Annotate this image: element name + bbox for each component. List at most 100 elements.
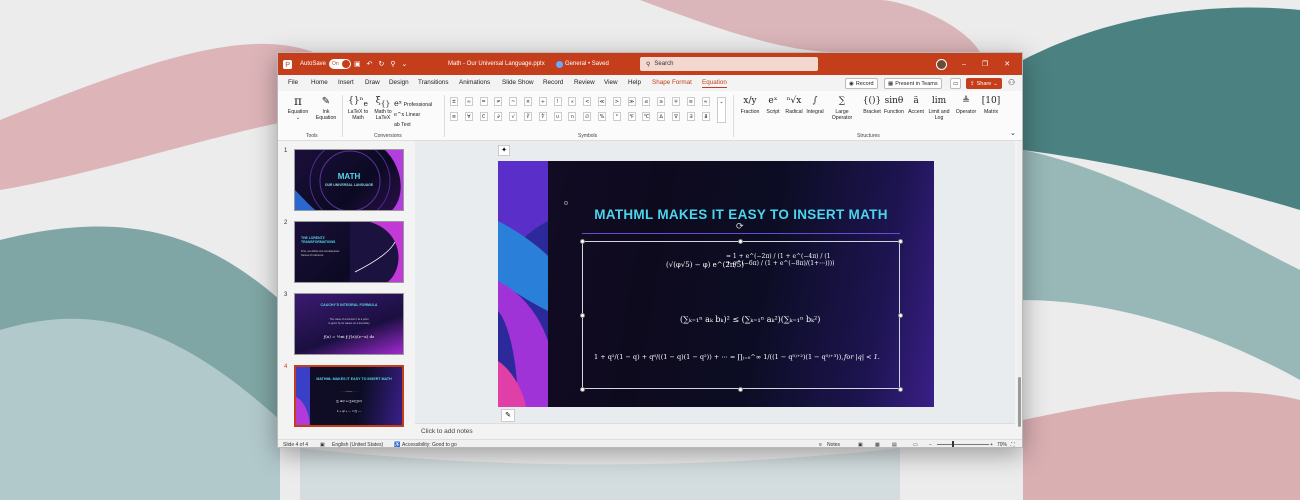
record-button[interactable]: ◉ Record (845, 78, 878, 89)
tab-slide-show[interactable]: Slide Show (502, 79, 534, 86)
minimize-icon[interactable]: – (962, 61, 966, 68)
autosave-toggle[interactable]: On (329, 59, 352, 69)
tab-record[interactable]: Record (543, 79, 563, 86)
resize-handle[interactable] (738, 239, 743, 244)
customize-icon[interactable]: ⌄ (402, 60, 408, 68)
tab-help[interactable]: Help (628, 79, 641, 86)
symbol-button[interactable]: ∅ (583, 112, 592, 121)
undo-icon[interactable]: ↶ (367, 60, 373, 68)
slide-thumbnail-2[interactable]: THE LORENTZ TRANSFORMATIONS First, we de… (294, 221, 404, 283)
symbol-button[interactable]: % (598, 112, 606, 121)
symbol-button[interactable]: ≤ (642, 97, 651, 106)
present-in-teams-button[interactable]: ▦ Present in Teams (884, 78, 942, 89)
close-icon[interactable]: ✕ (1004, 60, 1010, 68)
latex-to-math-button[interactable]: {}ⁿe LaTeX to Math (345, 94, 371, 121)
structure-large-operator-button[interactable]: ∑ Large Operator (829, 94, 855, 121)
resize-handle[interactable] (580, 387, 585, 392)
share-button[interactable]: ⇪ Share ⌄ (966, 78, 1002, 89)
slide-thumbnail-1[interactable]: MATH OUR UNIVERSAL LANGUAGE (294, 149, 404, 211)
resize-handle[interactable] (898, 239, 903, 244)
normal-view-icon[interactable]: ▣ (858, 442, 863, 447)
rotate-handle-icon[interactable]: ⟳ (736, 221, 744, 232)
notes-pane[interactable]: Click to add notes (415, 423, 1015, 439)
structure-integral-button[interactable]: ∫ Integral (802, 94, 828, 115)
resize-handle[interactable] (898, 313, 903, 318)
redo-icon[interactable]: ↻ (379, 60, 385, 68)
symbol-button[interactable]: ∛ (524, 112, 532, 121)
tab-animations[interactable]: Animations (459, 79, 490, 86)
slide-thumbnail-4[interactable]: MATHML MAKES IT EASY TO INSERT MATH · · … (294, 365, 404, 427)
tab-review[interactable]: Review (574, 79, 595, 86)
spellcheck-icon[interactable]: ▣ (320, 442, 325, 447)
equation-button[interactable]: π Equation ⌄ (284, 94, 312, 121)
symbol-button[interactable]: ∜ (538, 112, 547, 121)
save-icon[interactable]: ▣ (354, 60, 361, 68)
slide-thumbnail-3[interactable]: CAUCHY'S INTEGRAL FORMULA The value of a… (294, 293, 404, 355)
symbol-button[interactable]: ≅ (686, 97, 695, 106)
tab-file[interactable]: File (288, 79, 298, 86)
symbol-button[interactable]: ∂ (494, 112, 503, 121)
zoom-in-icon[interactable]: + (990, 442, 993, 447)
symbol-button[interactable]: ! (553, 97, 562, 106)
comments-button[interactable]: ▭ (950, 78, 962, 89)
symbol-button[interactable]: ≥ (657, 97, 666, 106)
zoom-slider-thumb[interactable] (952, 441, 954, 447)
symbol-button[interactable]: × (524, 97, 532, 106)
zoom-out-icon[interactable]: − (929, 442, 932, 447)
math-to-latex-button[interactable]: ξ{} Math to LaTeX (370, 94, 396, 121)
symbol-button[interactable]: ≠ (494, 97, 503, 106)
slide-sorter-icon[interactable]: ▦ (875, 442, 880, 447)
collapse-ribbon-icon[interactable]: ⌄ (1010, 129, 1016, 137)
tab-equation[interactable]: Equation (702, 79, 727, 88)
symbol-button[interactable]: ∆ (657, 112, 666, 121)
symbol-button[interactable]: √ (509, 112, 518, 121)
symbol-button[interactable]: ∓ (672, 97, 680, 106)
symbol-button[interactable]: = (479, 97, 488, 106)
structure-limit-and-log-button[interactable]: lim Limit and Log (926, 94, 952, 121)
symbol-button[interactable]: ∄ (701, 112, 710, 121)
symbol-button[interactable]: ≈ (701, 97, 710, 106)
zoom-slider[interactable] (937, 444, 989, 445)
linear-option[interactable]: e^x Linear (394, 111, 432, 121)
symbol-button[interactable]: ≪ (598, 97, 606, 106)
symbol-button[interactable]: ∀ (464, 112, 473, 121)
restore-icon[interactable]: ❐ (982, 60, 988, 68)
language-status[interactable]: English (United States) (332, 442, 383, 447)
tab-design[interactable]: Design (389, 79, 409, 86)
professional-option[interactable]: eˣ Professional (394, 96, 432, 111)
fit-to-window-icon[interactable]: ⛶ (1011, 442, 1015, 447)
symbol-button[interactable]: ∪ (553, 112, 562, 121)
sensitivity-label[interactable]: General • Saved (565, 61, 609, 67)
slide-title[interactable]: MATHML MAKES IT EASY TO INSERT MATH (498, 207, 934, 222)
tab-view[interactable]: View (604, 79, 618, 86)
symbol-button[interactable]: ∞ (464, 97, 473, 106)
search-box[interactable]: ⚲ Search (640, 57, 818, 71)
structure-operator-button[interactable]: ≜ Operator (953, 94, 979, 115)
text-option[interactable]: ab Text (394, 121, 432, 131)
resize-handle[interactable] (580, 313, 585, 318)
symbol-button[interactable]: ~ (509, 97, 518, 106)
tab-transitions[interactable]: Transitions (418, 79, 449, 86)
accessibility-status[interactable]: Accessibility: Good to go (402, 442, 457, 447)
symbol-button[interactable]: > (612, 97, 621, 106)
symbol-button[interactable]: ℉ (627, 112, 636, 121)
structure-matrix-button[interactable]: [10] Matrix (978, 94, 1004, 115)
symbol-button[interactable]: ° (612, 112, 621, 121)
current-slide[interactable]: MATHML MAKES IT EASY TO INSERT MATH ⟳ (√… (498, 161, 934, 407)
symbol-button[interactable]: ∁ (479, 112, 488, 121)
symbol-button[interactable]: < (583, 97, 592, 106)
designer-icon[interactable]: ✦ (498, 145, 510, 156)
tab-home[interactable]: Home (311, 79, 328, 86)
reading-view-icon[interactable]: ▤ (892, 442, 897, 447)
vertical-scrollbar[interactable] (1017, 141, 1022, 427)
symbol-button[interactable]: ∩ (568, 112, 577, 121)
resize-handle[interactable] (738, 387, 743, 392)
symbol-button[interactable]: ≫ (627, 97, 636, 106)
slideshow-icon[interactable]: ▭ (913, 442, 918, 447)
symbol-button[interactable]: ∇ (672, 112, 680, 121)
symbol-button[interactable]: ∃ (686, 112, 695, 121)
scroll-thumb[interactable] (1018, 377, 1021, 427)
symbols-more-button[interactable]: ⌄ (717, 97, 726, 123)
tab-insert[interactable]: Insert (338, 79, 354, 86)
pin-icon[interactable]: ⚲ (390, 60, 395, 68)
